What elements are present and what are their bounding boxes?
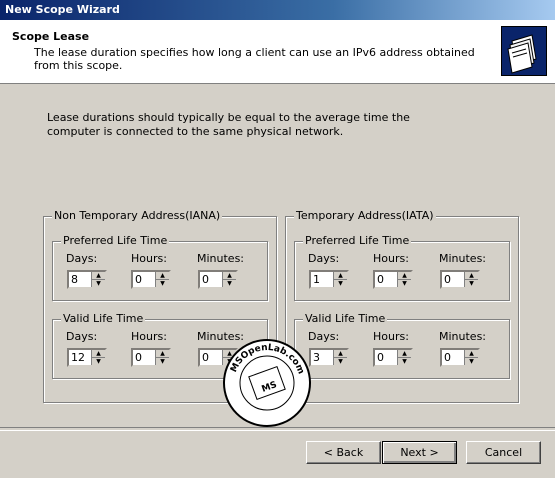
folder-icon	[501, 26, 547, 76]
arrow-down-icon[interactable]: ▼	[223, 280, 236, 287]
iata-legend: Temporary Address(IATA)	[294, 209, 436, 222]
iana-valid-days-spinner[interactable]: 12 ▲ ▼	[67, 348, 107, 367]
spinner-buttons[interactable]: ▲▼	[397, 350, 411, 365]
spinner-buttons[interactable]: ▲▼	[464, 350, 478, 365]
iata-valid-hours-spinner[interactable]: 0 ▲ ▼	[373, 348, 413, 367]
hours-label: Hours:	[131, 252, 167, 265]
iata-valid-minutes-spinner[interactable]: 0 ▲ ▼	[440, 348, 480, 367]
days-label: Days:	[66, 252, 98, 265]
arrow-up-icon[interactable]: ▲	[334, 350, 347, 358]
spinner-value[interactable]: 0	[444, 273, 451, 287]
window-title: New Scope Wizard	[0, 0, 555, 20]
arrow-up-icon[interactable]: ▲	[92, 350, 105, 358]
iata-group: Temporary Address(IATA) Preferred Life T…	[285, 209, 519, 403]
spinner-buttons[interactable]: ▲▼	[91, 350, 105, 365]
iana-valid-legend: Valid Life Time	[61, 312, 146, 325]
minutes-label: Minutes:	[439, 252, 487, 265]
arrow-up-icon[interactable]: ▲	[398, 272, 411, 280]
hours-label: Hours:	[373, 252, 409, 265]
spinner-value[interactable]: 3	[313, 351, 320, 365]
spinner-value[interactable]: 0	[377, 351, 384, 365]
minutes-label: Minutes:	[439, 330, 487, 343]
arrow-down-icon[interactable]: ▼	[398, 358, 411, 365]
iata-valid-legend: Valid Life Time	[303, 312, 388, 325]
wizard-header: Scope Lease The lease duration specifies…	[0, 20, 555, 84]
arrow-down-icon[interactable]: ▼	[334, 280, 347, 287]
arrow-up-icon[interactable]: ▲	[92, 272, 105, 280]
iana-preferred-hours-spinner[interactable]: 0 ▲ ▼	[131, 270, 171, 289]
spinner-buttons[interactable]: ▲▼	[333, 272, 347, 287]
iana-preferred-minutes-spinner[interactable]: 0 ▲ ▼	[198, 270, 238, 289]
page-title: Scope Lease	[12, 30, 90, 43]
spinner-buttons[interactable]: ▲▼	[222, 272, 236, 287]
arrow-down-icon[interactable]: ▼	[465, 280, 478, 287]
watermark-stamp: MS MSOpenLab.com	[222, 338, 312, 428]
hours-label: Hours:	[373, 330, 409, 343]
iana-preferred-legend: Preferred Life Time	[61, 234, 170, 247]
iana-legend: Non Temporary Address(IANA)	[52, 209, 223, 222]
iana-preferred-group: Preferred Life Time Days: Hours: Minutes…	[52, 234, 268, 301]
iana-preferred-days-spinner[interactable]: 8 ▲ ▼	[67, 270, 107, 289]
spinner-value[interactable]: 0	[135, 273, 142, 287]
arrow-down-icon[interactable]: ▼	[156, 358, 169, 365]
spinner-value[interactable]: 0	[202, 351, 209, 365]
cancel-button[interactable]: Cancel	[466, 441, 541, 464]
footer-separator	[0, 427, 555, 431]
iata-preferred-legend: Preferred Life Time	[303, 234, 412, 247]
intro-text: Lease durations should typically be equa…	[47, 111, 410, 138]
iana-valid-hours-spinner[interactable]: 0 ▲ ▼	[131, 348, 171, 367]
iata-valid-group: Valid Life Time Days: Hours: Minutes: 3 …	[294, 312, 510, 379]
spinner-buttons[interactable]: ▲▼	[333, 350, 347, 365]
spinner-value[interactable]: 0	[135, 351, 142, 365]
spinner-buttons[interactable]: ▲▼	[155, 350, 169, 365]
arrow-down-icon[interactable]: ▼	[334, 358, 347, 365]
spinner-value[interactable]: 8	[71, 273, 78, 287]
iata-valid-days-spinner[interactable]: 3 ▲ ▼	[309, 348, 349, 367]
days-label: Days:	[308, 252, 340, 265]
spinner-buttons[interactable]: ▲▼	[91, 272, 105, 287]
arrow-up-icon[interactable]: ▲	[398, 350, 411, 358]
minutes-label: Minutes:	[197, 252, 245, 265]
hours-label: Hours:	[131, 330, 167, 343]
arrow-up-icon[interactable]: ▲	[223, 272, 236, 280]
days-label: Days:	[308, 330, 340, 343]
arrow-down-icon[interactable]: ▼	[465, 358, 478, 365]
iata-preferred-group: Preferred Life Time Days: Hours: Minutes…	[294, 234, 510, 301]
iata-preferred-hours-spinner[interactable]: 0 ▲ ▼	[373, 270, 413, 289]
arrow-up-icon[interactable]: ▲	[465, 350, 478, 358]
arrow-up-icon[interactable]: ▲	[465, 272, 478, 280]
arrow-down-icon[interactable]: ▼	[92, 358, 105, 365]
spinner-value[interactable]: 1	[313, 273, 320, 287]
iata-preferred-days-spinner[interactable]: 1 ▲ ▼	[309, 270, 349, 289]
arrow-up-icon[interactable]: ▲	[156, 350, 169, 358]
spinner-buttons[interactable]: ▲▼	[155, 272, 169, 287]
arrow-down-icon[interactable]: ▼	[398, 280, 411, 287]
page-description: The lease duration specifies how long a …	[34, 46, 475, 72]
spinner-value[interactable]: 0	[444, 351, 451, 365]
back-button[interactable]: < Back	[306, 441, 381, 464]
spinner-value[interactable]: 0	[377, 273, 384, 287]
spinner-buttons[interactable]: ▲▼	[397, 272, 411, 287]
arrow-down-icon[interactable]: ▼	[92, 280, 105, 287]
arrow-up-icon[interactable]: ▲	[334, 272, 347, 280]
spinner-value[interactable]: 12	[71, 351, 85, 365]
spinner-value[interactable]: 0	[202, 273, 209, 287]
next-button[interactable]: Next >	[382, 441, 457, 464]
arrow-up-icon[interactable]: ▲	[156, 272, 169, 280]
spinner-buttons[interactable]: ▲▼	[464, 272, 478, 287]
days-label: Days:	[66, 330, 98, 343]
arrow-down-icon[interactable]: ▼	[156, 280, 169, 287]
iata-preferred-minutes-spinner[interactable]: 0 ▲ ▼	[440, 270, 480, 289]
